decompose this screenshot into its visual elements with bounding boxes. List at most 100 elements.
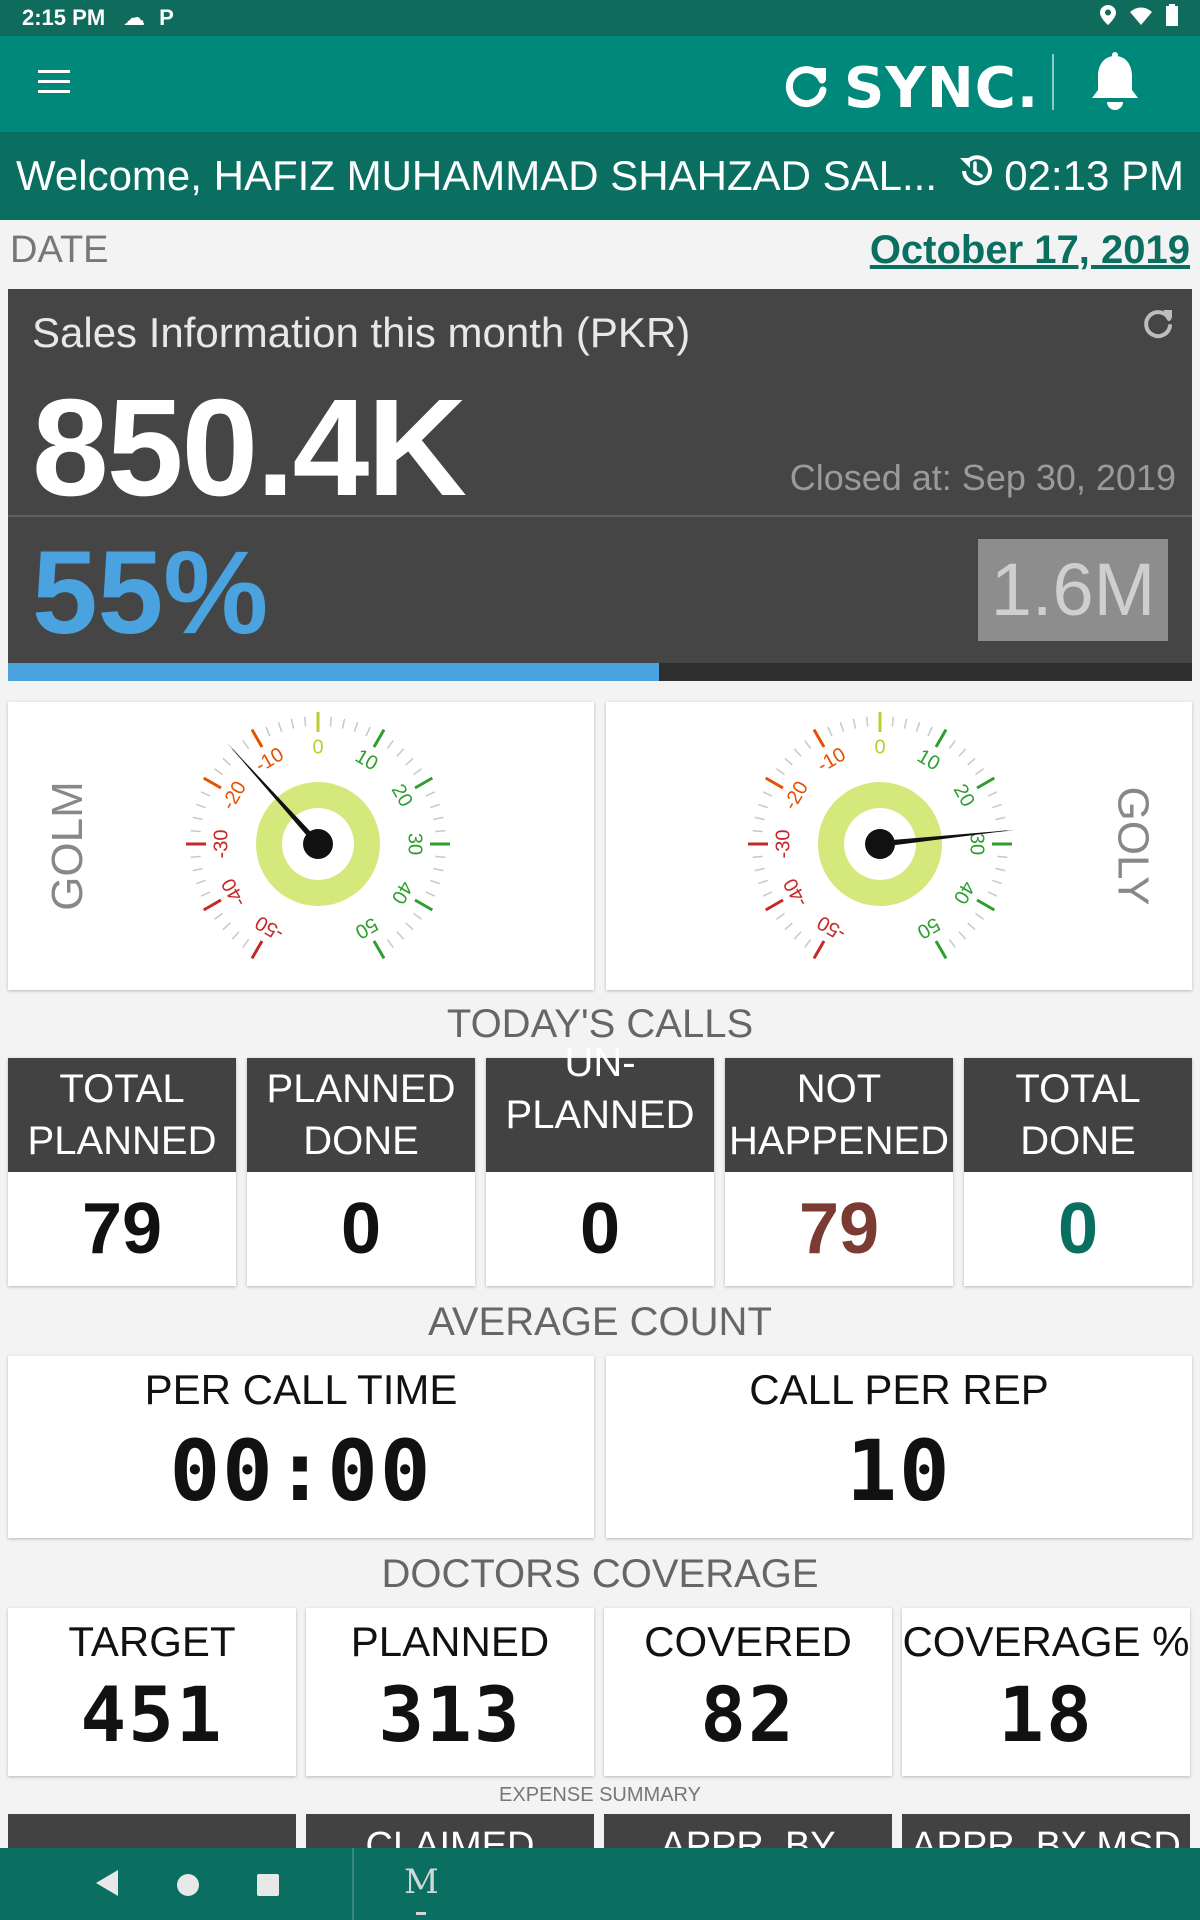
gauge-minor-tick bbox=[386, 740, 394, 749]
gauge-minor-tick bbox=[948, 939, 956, 948]
call-per-rep-value: 10 bbox=[846, 1422, 952, 1520]
gauge-minor-tick bbox=[975, 768, 984, 776]
gauge-label: GOLM bbox=[43, 781, 93, 911]
per-call-time-label: PER CALL TIME bbox=[144, 1366, 458, 1413]
gauge-card-golm: GOLM -50 -40 -30 -20 -10 0 10 20 30 40 50 bbox=[8, 702, 594, 990]
gauge-minor-tick bbox=[435, 855, 446, 859]
back-icon[interactable] bbox=[96, 1870, 118, 1901]
wifi-icon bbox=[1130, 5, 1152, 31]
recent-apps-icon[interactable] bbox=[257, 1874, 279, 1896]
calls-card-value: 79 bbox=[81, 1189, 163, 1269]
gauge-minor-tick bbox=[754, 867, 765, 872]
gauge-major-tick bbox=[202, 898, 222, 912]
doctors-coverage-title: DOCTORS COVERAGE bbox=[381, 1552, 819, 1596]
history-icon bbox=[956, 152, 994, 200]
calls-card-planned-done[interactable]: PLANNED DONE 0 bbox=[247, 1058, 475, 1286]
sales-progress-bar bbox=[8, 663, 1192, 681]
gauge-minor-tick bbox=[804, 740, 812, 749]
app-indicator bbox=[416, 1912, 426, 1915]
coverage-value: 451 bbox=[80, 1670, 224, 1759]
sync-label: SYNC. bbox=[844, 56, 1040, 121]
gauge-major-tick bbox=[976, 898, 996, 912]
gauge-minor-tick bbox=[967, 757, 976, 766]
calls-card-value: 79 bbox=[798, 1189, 880, 1269]
gauge-minor-tick bbox=[865, 716, 869, 727]
gauge-tick-label: -10 bbox=[814, 743, 850, 777]
call-per-rep-label: CALL PER REP bbox=[749, 1366, 1049, 1413]
coverage-value: 313 bbox=[378, 1670, 522, 1759]
coverage-card-covered: COVERED 82 bbox=[604, 1608, 892, 1776]
app-switch-label[interactable]: M bbox=[404, 1862, 439, 1902]
gauge-minor-tick bbox=[365, 726, 371, 737]
gauge-minor-tick bbox=[433, 816, 444, 821]
gauge-tick-label: 30 bbox=[966, 833, 988, 855]
gauge-minor-tick bbox=[214, 912, 223, 920]
gauge-minor-tick bbox=[329, 716, 333, 727]
bell-icon[interactable] bbox=[1090, 52, 1140, 119]
gauge-minor-tick bbox=[353, 722, 359, 733]
gauge-minor-tick bbox=[222, 922, 231, 931]
gauge-minor-tick bbox=[891, 716, 895, 727]
gauge-hub bbox=[303, 829, 333, 859]
gauge-minor-tick bbox=[975, 912, 984, 920]
calls-card-label: PLANNED DONE bbox=[247, 1058, 475, 1172]
gauge-minor-tick bbox=[290, 718, 295, 729]
gauge-dial: -50-40 -30 -20-10 0 1020 30 4050 bbox=[748, 712, 1016, 960]
gauge-minor-tick bbox=[435, 829, 446, 833]
gauge-minor-tick bbox=[915, 722, 921, 733]
gauge-minor-tick bbox=[396, 748, 405, 757]
date-picker-link[interactable]: October 17, 2019 bbox=[870, 228, 1190, 273]
gauge-tick-label: -50 bbox=[814, 911, 850, 945]
sales-info-card: Sales Information this month (PKR) 850.4… bbox=[8, 289, 1192, 681]
gauge-minor-tick bbox=[827, 726, 833, 737]
gauge-minor-tick bbox=[405, 757, 414, 766]
sales-target: 1.6M bbox=[978, 539, 1168, 641]
appbar-divider bbox=[1052, 54, 1054, 110]
home-icon[interactable] bbox=[177, 1874, 199, 1896]
gauge-minor-tick bbox=[852, 718, 857, 729]
calls-card-label: TOTAL DONE bbox=[964, 1058, 1192, 1172]
gauge-tick-label: 0 bbox=[874, 736, 885, 758]
gauge-minor-tick bbox=[192, 816, 203, 821]
gauge-minor-tick bbox=[429, 879, 440, 885]
sales-closed-date: Closed at: Sep 30, 2019 bbox=[789, 457, 1176, 498]
sync-button[interactable]: SYNC. bbox=[780, 56, 1039, 121]
gauge-minor-tick bbox=[413, 768, 422, 776]
calls-card-not-happened[interactable]: NOT HAPPENED 79 bbox=[725, 1058, 953, 1286]
calls-card-total-done[interactable]: TOTAL DONE 0 bbox=[964, 1058, 1192, 1286]
gauge-minor-tick bbox=[277, 722, 283, 733]
gauge-tick-label: -10 bbox=[252, 743, 288, 777]
gauge-minor-tick bbox=[948, 740, 956, 749]
gauge-label: GOLY bbox=[1108, 786, 1158, 906]
gauge-major-tick bbox=[934, 940, 948, 960]
gauge-minor-tick bbox=[190, 855, 201, 859]
gauge-tick-label: -30 bbox=[772, 830, 794, 859]
gauge-tick-label: 20 bbox=[387, 781, 417, 811]
coverage-label: PLANNED bbox=[350, 1618, 550, 1665]
gauge-tick-label: -20 bbox=[779, 778, 813, 814]
status-bar: 2:15 PM ☁ P bbox=[0, 0, 1200, 36]
sales-progress-fill bbox=[8, 663, 660, 681]
gauge-minor-tick bbox=[341, 718, 346, 729]
gauge-tick-label: 40 bbox=[387, 877, 417, 907]
gauge-tick-label: 40 bbox=[949, 877, 979, 907]
gauge-minor-tick bbox=[839, 722, 845, 733]
call-per-rep-card: CALL PER REP 10 bbox=[606, 1356, 1192, 1538]
calls-card-unplanned[interactable]: UN- PLANNED ... 0 bbox=[486, 1041, 714, 1286]
hamburger-icon[interactable] bbox=[38, 70, 70, 96]
calls-card-total-planned[interactable]: TOTAL PLANNED 79 bbox=[8, 1058, 236, 1286]
gauge-major-tick bbox=[976, 776, 996, 790]
status-time: 2:15 PM bbox=[22, 5, 106, 30]
gauge-major-tick bbox=[414, 776, 434, 790]
gauge-minor-tick bbox=[967, 922, 976, 931]
gauge-minor-tick bbox=[927, 726, 933, 737]
gauge-minor-tick bbox=[762, 791, 773, 797]
weather-icon: ☁ bbox=[123, 5, 146, 30]
sales-value: 850.4K bbox=[32, 371, 467, 525]
gauge-minor-tick bbox=[242, 740, 250, 749]
refresh-icon[interactable] bbox=[1140, 305, 1176, 346]
sales-divider bbox=[8, 515, 1192, 517]
gauge-minor-tick bbox=[752, 855, 763, 859]
gauge-minor-tick bbox=[222, 757, 231, 766]
calls-card-label: UN- PLANNED ... bbox=[486, 1041, 714, 1189]
